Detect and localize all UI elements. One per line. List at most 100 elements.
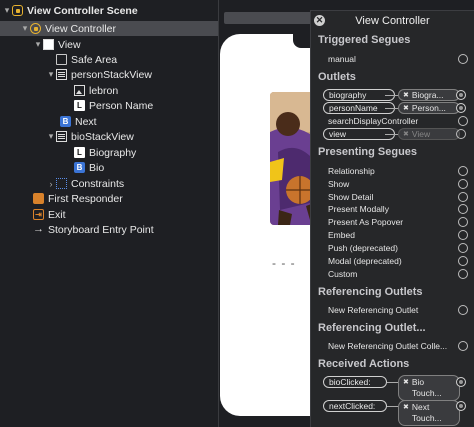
outlet-target-view[interactable]: ✖ View: [398, 128, 460, 140]
new-referencing-outlet[interactable]: New Referencing Outlet: [328, 304, 468, 316]
outline-row-lebron[interactable]: lebron: [0, 83, 218, 98]
item-label: manual: [328, 54, 356, 64]
connection-circle-icon[interactable]: [458, 341, 468, 351]
disconnect-icon[interactable]: ✖: [403, 402, 409, 413]
outline-row-bio[interactable]: B Bio: [0, 160, 218, 175]
disconnect-icon[interactable]: ✖: [403, 377, 409, 388]
section-referencing-outlets: Referencing Outlets: [318, 286, 423, 298]
item-label: Modal (deprecated): [328, 256, 402, 266]
target-label: Biogra...: [411, 90, 444, 100]
target-event: Touch...: [411, 413, 442, 423]
outline-row-person-name[interactable]: L Person Name: [0, 98, 218, 113]
outline-row-view-controller[interactable]: ▾ View Controller: [0, 21, 218, 36]
segue-embed[interactable]: Embed: [328, 229, 468, 241]
scene-dock-bar[interactable]: [224, 12, 314, 24]
disclosure-icon[interactable]: ▾: [46, 69, 56, 80]
segue-push-deprecated[interactable]: Push (deprecated): [328, 242, 468, 254]
item-label: New Referencing Outlet: [328, 305, 419, 315]
action-target-next[interactable]: ✖ Next Touch...: [398, 400, 460, 426]
outlet-search-display-controller[interactable]: searchDisplayController: [328, 115, 468, 127]
action-next-clicked[interactable]: nextClicked:: [323, 400, 387, 412]
button-icon: B: [60, 116, 71, 127]
outline-row-view[interactable]: ▾ View: [0, 37, 218, 52]
target-label: Next: [411, 402, 430, 412]
segue-relationship[interactable]: Relationship: [328, 165, 468, 177]
section-referencing-outlet-collections: Referencing Outlet...: [318, 322, 426, 334]
placeholder-dots: - - -: [272, 256, 296, 270]
segue-show[interactable]: Show: [328, 178, 468, 190]
outline-label: Biography: [89, 146, 137, 159]
connection-circle-icon[interactable]: [458, 256, 468, 266]
label-icon: L: [74, 100, 85, 111]
disclosure-icon[interactable]: ▾: [46, 131, 56, 142]
outline-row-person-stack-view[interactable]: ▾ personStackView: [0, 67, 218, 82]
connection-circle-icon[interactable]: [458, 305, 468, 315]
action-target-bio[interactable]: ✖ Bio Touch...: [398, 375, 460, 401]
connection-circle-icon[interactable]: [458, 269, 468, 279]
disconnect-icon[interactable]: ✖: [403, 130, 409, 138]
outline-row-constraints[interactable]: › Constraints: [0, 176, 218, 191]
segue-show-detail[interactable]: Show Detail: [328, 191, 468, 203]
outline-label: First Responder: [48, 192, 123, 205]
safe-area-icon: [56, 54, 67, 65]
connection-circle-icon[interactable]: [456, 129, 466, 139]
connection-circle-icon[interactable]: [458, 192, 468, 202]
connected-circle-icon[interactable]: [456, 90, 466, 100]
connection-circle-icon[interactable]: [458, 243, 468, 253]
connected-circle-icon[interactable]: [456, 103, 466, 113]
outline-label: lebron: [89, 84, 119, 97]
disconnect-icon[interactable]: ✖: [403, 104, 409, 112]
outline-row-biography[interactable]: L Biography: [0, 145, 218, 160]
connection-circle-icon[interactable]: [458, 204, 468, 214]
item-label: Relationship: [328, 166, 375, 176]
item-label: searchDisplayController: [328, 116, 419, 126]
segue-modal-deprecated[interactable]: Modal (deprecated): [328, 255, 468, 267]
segue-present-as-popover[interactable]: Present As Popover: [328, 216, 468, 228]
target-label: Person...: [411, 103, 446, 113]
connected-circle-icon[interactable]: [456, 377, 466, 387]
image-view-icon: [74, 85, 85, 96]
disclosure-icon[interactable]: ▾: [33, 39, 43, 50]
connection-circle-icon[interactable]: [458, 179, 468, 189]
outline-row-bio-stack-view[interactable]: ▾ bioStackView: [0, 129, 218, 144]
outline-row-storyboard-entry-point[interactable]: → Storyboard Entry Point: [0, 222, 218, 237]
connection-circle-icon[interactable]: [458, 166, 468, 176]
view-icon: [43, 39, 54, 50]
section-outlets: Outlets: [318, 71, 356, 83]
item-label: Push (deprecated): [328, 243, 398, 253]
close-icon[interactable]: ✕: [314, 15, 325, 26]
segue-manual[interactable]: manual: [328, 53, 468, 65]
outline-row-first-responder[interactable]: First Responder: [0, 191, 218, 206]
outline-row-scene[interactable]: ▾ View Controller Scene: [0, 3, 218, 18]
connection-circle-icon[interactable]: [458, 217, 468, 227]
action-bio-clicked[interactable]: bioClicked:: [323, 376, 387, 388]
stack-view-icon: [56, 131, 67, 142]
disconnect-icon[interactable]: ✖: [403, 91, 409, 99]
outlet-target-biography[interactable]: ✖ Biogra...: [398, 89, 460, 101]
segue-custom[interactable]: Custom: [328, 268, 468, 280]
outlet-target-person-name[interactable]: ✖ Person...: [398, 102, 460, 114]
outline-row-safe-area[interactable]: Safe Area: [0, 52, 218, 67]
target-label: View: [411, 129, 431, 139]
outline-row-next[interactable]: B Next: [0, 114, 218, 129]
connection-circle-icon[interactable]: [458, 230, 468, 240]
document-outline: ▾ View Controller Scene ▾ View Controlle…: [0, 0, 219, 427]
item-label: Present As Popover: [328, 217, 404, 227]
connection-circle-icon[interactable]: [458, 54, 468, 64]
stack-view-icon: [56, 69, 67, 80]
connection-circle-icon[interactable]: [458, 116, 468, 126]
disclosure-icon[interactable]: ▾: [20, 23, 30, 34]
outline-label: Exit: [48, 208, 66, 221]
new-referencing-outlet-collection[interactable]: New Referencing Outlet Colle...: [328, 340, 468, 352]
outline-row-exit[interactable]: ⇥ Exit: [0, 207, 218, 222]
segue-present-modally[interactable]: Present Modally: [328, 203, 468, 215]
connected-circle-icon[interactable]: [456, 401, 466, 411]
exit-icon: ⇥: [33, 209, 44, 220]
disclosure-icon[interactable]: ▾: [2, 5, 12, 16]
target-event: Touch...: [411, 388, 442, 398]
disclosure-icon[interactable]: ›: [46, 179, 56, 189]
target-label: Bio: [411, 377, 425, 387]
outline-label: View: [58, 38, 81, 51]
item-label: Show: [328, 179, 350, 189]
outline-label: View Controller: [45, 22, 117, 35]
